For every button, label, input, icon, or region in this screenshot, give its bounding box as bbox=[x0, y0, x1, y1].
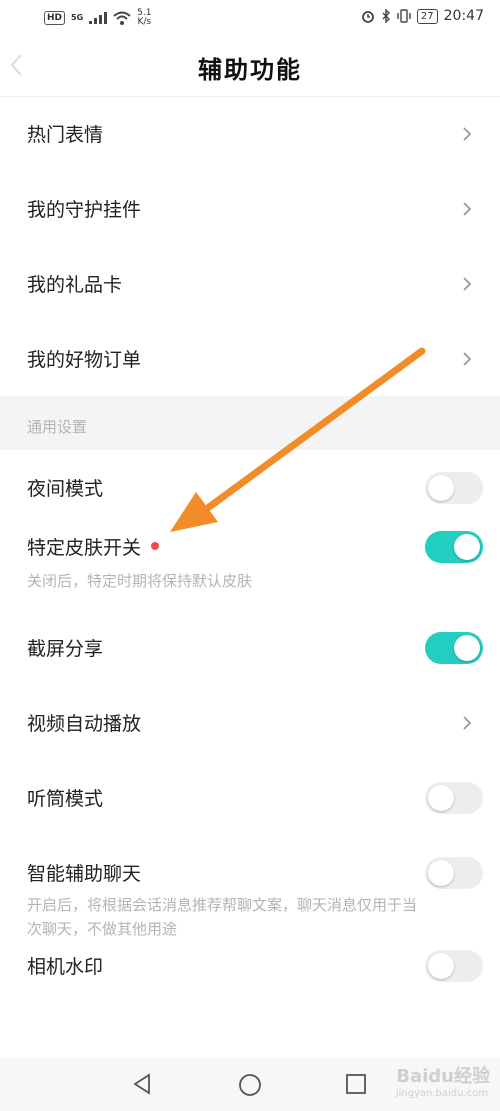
toggle-knob bbox=[454, 635, 480, 661]
skin-switch-description: 关闭后，特定时期将保持默认皮肤 bbox=[27, 572, 253, 590]
toggle-knob bbox=[454, 534, 480, 560]
wifi-icon bbox=[113, 11, 131, 25]
row-smart-chat: 智能辅助聊天 开启后，将根据会话消息推荐帮聊文案，聊天消息仅用于当 次聊天，不做其… bbox=[0, 828, 500, 940]
row-gift-card[interactable]: 我的礼品卡 bbox=[0, 246, 500, 321]
chevron-right-icon bbox=[463, 352, 472, 366]
toggle-knob bbox=[428, 953, 454, 979]
section-title: 通用设置 bbox=[27, 418, 88, 436]
row-label: 热门表情 bbox=[27, 124, 104, 146]
chevron-right-icon bbox=[463, 716, 472, 730]
row-video-autoplay[interactable]: 视频自动播放 bbox=[0, 678, 500, 753]
bluetooth-icon bbox=[382, 9, 390, 23]
speed-unit: K/s bbox=[137, 17, 152, 27]
row-label: 我的礼品卡 bbox=[27, 274, 123, 296]
row-hot-stickers[interactable]: 热门表情 bbox=[0, 96, 500, 171]
new-dot-badge bbox=[151, 541, 160, 550]
smart-chat-description: 开启后，将根据会话消息推荐帮聊文案，聊天消息仅用于当 次聊天，不做其他用途 bbox=[27, 893, 477, 941]
vibrate-icon bbox=[397, 9, 411, 23]
row-label: 夜间模式 bbox=[27, 478, 104, 500]
smart-chat-desc-line1: 开启后，将根据会话消息推荐帮聊文案，聊天消息仅用于当 bbox=[27, 896, 418, 914]
toggle-knob bbox=[428, 785, 454, 811]
system-nav-bar: Baidu经验 jingyan.baidu.com bbox=[0, 1058, 500, 1111]
row-label: 截屏分享 bbox=[27, 638, 104, 660]
row-screenshot-share: 截屏分享 bbox=[0, 603, 500, 678]
row-label: 智能辅助聊天 bbox=[27, 863, 142, 885]
status-left: HD 5G 5.1 K/s bbox=[44, 9, 151, 27]
network-speed: 5.1 K/s bbox=[137, 9, 151, 27]
network-type: 5G bbox=[71, 13, 84, 22]
hd-badge: HD bbox=[44, 11, 66, 25]
page-title: 辅助功能 bbox=[198, 56, 302, 84]
nav-recents-icon[interactable] bbox=[345, 1073, 367, 1095]
earpiece-mode-toggle[interactable] bbox=[425, 782, 483, 814]
toggle-knob bbox=[428, 475, 454, 501]
row-label: 我的好物订单 bbox=[27, 349, 142, 371]
camera-watermark-toggle[interactable] bbox=[425, 950, 483, 982]
smart-chat-toggle[interactable] bbox=[425, 857, 483, 889]
section-header-general: 通用设置 bbox=[0, 396, 500, 450]
top-nav-bar: 辅助功能 bbox=[0, 34, 500, 97]
nav-back-icon[interactable] bbox=[131, 1073, 153, 1095]
night-mode-toggle[interactable] bbox=[425, 472, 483, 504]
row-good-orders[interactable]: 我的好物订单 bbox=[0, 321, 500, 396]
chevron-right-icon bbox=[463, 202, 472, 216]
smart-chat-desc-line2: 次聊天，不做其他用途 bbox=[27, 920, 178, 938]
row-skin-switch: 特定皮肤开关 关闭后，特定时期将保持默认皮肤 bbox=[0, 525, 500, 603]
row-camera-watermark: 相机水印 bbox=[0, 940, 500, 1015]
baidu-watermark-url: jingyan.baidu.com bbox=[395, 1088, 488, 1099]
row-earpiece-mode: 听筒模式 bbox=[0, 753, 500, 828]
row-label: 特定皮肤开关 bbox=[27, 533, 160, 560]
nav-home-icon[interactable] bbox=[238, 1073, 262, 1097]
alarm-icon bbox=[362, 11, 374, 23]
status-right: 27 20:47 bbox=[361, 8, 484, 24]
chevron-right-icon bbox=[463, 127, 472, 141]
status-time: 20:47 bbox=[443, 8, 484, 24]
row-night-mode: 夜间模式 bbox=[0, 450, 500, 525]
row-label: 相机水印 bbox=[27, 956, 104, 978]
screenshot-share-toggle[interactable] bbox=[425, 632, 483, 664]
baidu-watermark: Baidu经验 bbox=[396, 1066, 490, 1087]
skin-switch-label: 特定皮肤开关 bbox=[27, 537, 142, 559]
battery-indicator: 27 bbox=[416, 8, 438, 24]
row-label: 听筒模式 bbox=[27, 788, 104, 810]
chevron-right-icon bbox=[463, 277, 472, 291]
toggle-knob bbox=[428, 860, 454, 886]
row-label: 视频自动播放 bbox=[27, 713, 142, 735]
skin-switch-toggle[interactable] bbox=[425, 531, 483, 563]
settings-list: 热门表情 我的守护挂件 我的礼品卡 我的好物订单 通用设置 夜间模式 特定皮肤开… bbox=[0, 96, 500, 1015]
status-bar: HD 5G 5.1 K/s 27 20:47 bbox=[0, 0, 500, 34]
row-label: 我的守护挂件 bbox=[27, 199, 142, 221]
signal-icon bbox=[89, 12, 108, 24]
row-guard-pendant[interactable]: 我的守护挂件 bbox=[0, 171, 500, 246]
